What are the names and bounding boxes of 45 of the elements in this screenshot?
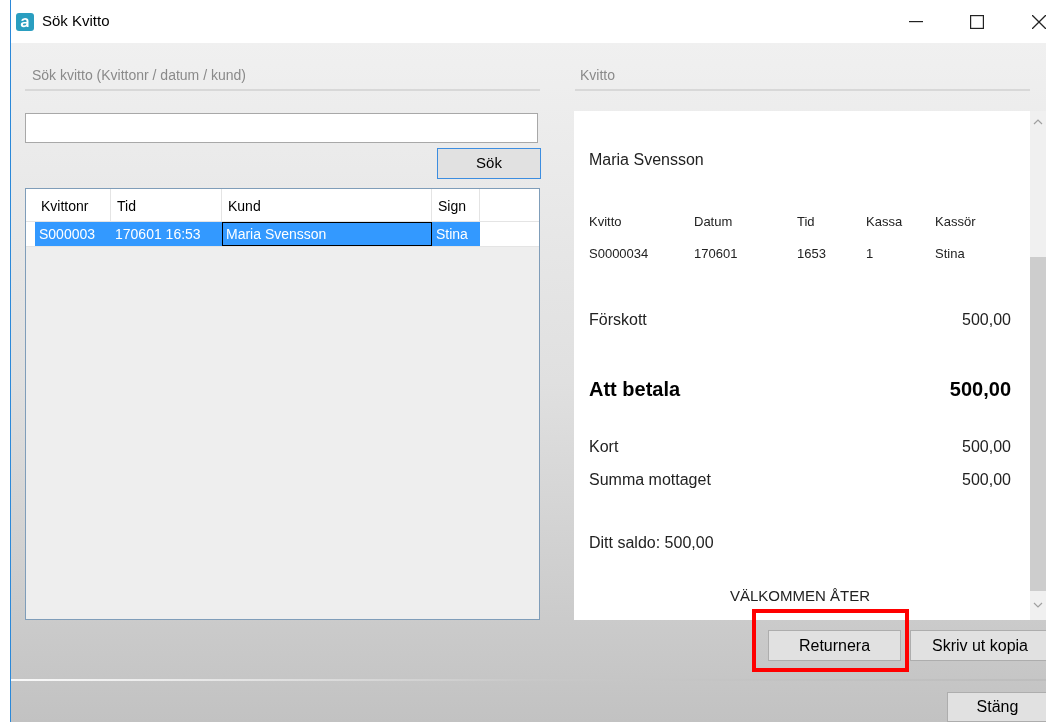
info-label: Kassör (935, 214, 977, 230)
line-amount: 500,00 (962, 437, 1011, 457)
info-value: 1653 (797, 246, 827, 262)
scroll-up-icon[interactable] (1033, 119, 1043, 125)
column-header: Kund (222, 189, 432, 221)
maximize-icon[interactable] (970, 14, 984, 29)
info-value: 170601 (694, 246, 739, 262)
scroll-down-icon[interactable] (1033, 602, 1043, 608)
info-label: Kassa (866, 214, 904, 230)
app-logo-icon (16, 12, 34, 31)
action-button[interactable]: Returnera (768, 630, 901, 661)
customer-name: Maria Svensson (589, 150, 705, 170)
table-cell-text: Stina (435, 225, 469, 244)
line-label: Summa mottaget (589, 470, 711, 490)
info-label: Datum (694, 214, 734, 230)
info-value: S0000034 (589, 246, 650, 262)
footer-text: VÄLKOMMEN ÅTER (730, 586, 870, 606)
line-label: Förskott (589, 310, 647, 330)
window-title: Sök Kvitto (42, 11, 110, 32)
close-button[interactable]: Stäng (947, 692, 1046, 722)
line-amount: 500,00 (962, 470, 1011, 490)
scrollbar-thumb[interactable] (1030, 257, 1046, 591)
close-icon[interactable] (1032, 14, 1046, 29)
line-amount: 500,00 (962, 310, 1011, 330)
search-button[interactable]: Sök (437, 148, 541, 179)
info-value: Stina (935, 246, 966, 262)
balance-text: Ditt saldo: 500,00 (589, 533, 715, 553)
info-label: Tid (797, 214, 816, 230)
total-amount: 500,00 (949, 377, 1011, 402)
line-label: Kort (589, 437, 619, 457)
total-label: Att betala (589, 377, 681, 402)
table-cell-text: 170601 16:53 (114, 225, 202, 244)
search-field[interactable] (25, 113, 538, 143)
info-label: Kvitto (589, 214, 623, 230)
section-title: Sök kvitto (Kvittonr / datum / kund) (25, 67, 540, 91)
action-button[interactable]: Skriv ut kopia (910, 630, 1046, 661)
column-header: Tid (111, 189, 222, 221)
table-cell: Maria Svensson (222, 222, 432, 246)
info-value: 1 (866, 246, 875, 262)
scrollbar[interactable] (1030, 111, 1046, 620)
table-cell-text: S000003 (38, 225, 97, 244)
column-header: Sign (432, 189, 480, 221)
column-header: Kvittonr (35, 189, 111, 221)
section-title: Kvitto (575, 67, 1030, 91)
minimize-icon[interactable] (909, 20, 923, 23)
